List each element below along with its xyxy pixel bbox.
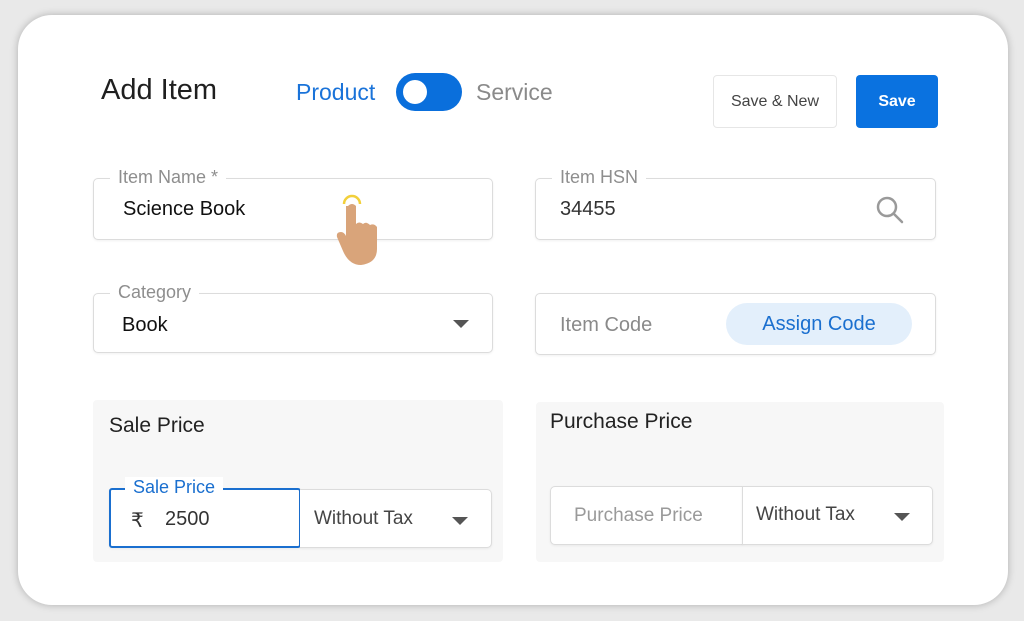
category-label: Category <box>110 282 200 303</box>
item-name-value: Science Book <box>123 198 246 220</box>
purchase-price-placeholder: Purchase Price <box>574 505 703 526</box>
sale-price-input-label: Sale Price <box>125 477 224 498</box>
rupee-icon: ₹ <box>131 510 144 532</box>
assign-code-button[interactable]: Assign Code <box>726 303 912 345</box>
sale-tax-select[interactable]: Without Tax <box>300 489 492 548</box>
item-hsn-field[interactable]: Item HSN 34455 <box>535 167 936 240</box>
chevron-down-icon <box>894 513 910 521</box>
sale-price-input[interactable]: Sale Price ₹ 2500 <box>109 477 301 548</box>
item-hsn-value: 34455 <box>560 198 616 220</box>
sale-price-value: 2500 <box>165 508 210 530</box>
chevron-down-icon <box>452 517 468 525</box>
purchase-price-title: Purchase Price <box>550 410 693 433</box>
sale-tax-value: Without Tax <box>314 508 413 529</box>
toggle-label-product[interactable]: Product <box>296 79 375 106</box>
category-select[interactable]: Category Book <box>93 282 493 353</box>
sale-price-title: Sale Price <box>109 414 205 437</box>
page-title: Add Item <box>101 74 218 106</box>
item-code-field[interactable]: Item Code Assign Code <box>535 293 936 355</box>
item-name-label: Item Name * <box>110 167 227 188</box>
purchase-price-input[interactable]: Purchase Price <box>550 486 743 545</box>
toggle-label-service[interactable]: Service <box>476 79 553 106</box>
save-and-new-button[interactable]: Save & New <box>713 75 837 128</box>
save-button[interactable]: Save <box>856 75 938 128</box>
chevron-down-icon <box>453 320 469 328</box>
toggle-knob <box>403 80 427 104</box>
product-service-toggle[interactable] <box>396 73 462 111</box>
item-name-field[interactable]: Item Name * Science Book <box>93 167 493 240</box>
hand-pointer-icon <box>336 194 377 265</box>
item-code-placeholder: Item Code <box>560 314 653 336</box>
search-icon[interactable] <box>874 194 906 226</box>
purchase-tax-select[interactable]: Without Tax <box>742 486 933 545</box>
item-hsn-label: Item HSN <box>552 167 647 188</box>
category-value: Book <box>122 314 168 336</box>
purchase-tax-value: Without Tax <box>756 504 855 525</box>
